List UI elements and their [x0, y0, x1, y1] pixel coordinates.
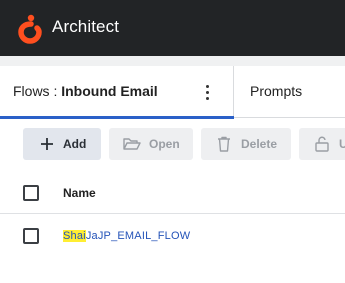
table-header: Name [0, 172, 345, 214]
row-checkbox[interactable] [23, 228, 39, 244]
toolbar: Add Open Delete U [0, 128, 345, 162]
tab-bar: Flows : Inbound Email Prompts [0, 66, 345, 119]
app-title: Architect [52, 17, 120, 36]
add-button-label: Add [63, 137, 87, 151]
table-row: ShaiJaJP_EMAIL_FLOW [0, 214, 345, 252]
add-button[interactable]: Add [23, 128, 101, 160]
open-button[interactable]: Open [109, 128, 193, 160]
active-tab-indicator [0, 116, 234, 119]
tab-flows-prefix: Flows : [13, 83, 62, 99]
unlock-button-label: U [339, 137, 345, 151]
delete-button[interactable]: Delete [201, 128, 291, 160]
flow-name-rest: JaJP_EMAIL_FLOW [85, 230, 191, 242]
search-highlight: Shai [63, 230, 86, 242]
tab-prompts[interactable]: Prompts [235, 66, 345, 118]
genesys-logo-icon[interactable] [18, 14, 42, 44]
plus-icon [39, 136, 55, 152]
tab-flows-label: Flows : Inbound Email [13, 83, 158, 99]
open-button-label: Open [149, 137, 180, 151]
trash-icon [216, 136, 232, 152]
unlock-icon [314, 136, 330, 152]
flow-name-link[interactable]: ShaiJaJP_EMAIL_FLOW [63, 230, 190, 242]
tab-prompts-label: Prompts [250, 83, 303, 99]
tab-flows-inbound-email[interactable]: Flows : Inbound Email [0, 66, 234, 119]
select-all-checkbox[interactable] [23, 185, 39, 201]
column-header-name[interactable]: Name [63, 186, 96, 200]
delete-button-label: Delete [241, 137, 278, 151]
tab-flows-type: Inbound Email [61, 83, 158, 99]
flows-panel: Flows : Inbound Email Prompts Add Open D… [0, 66, 345, 283]
unlock-button[interactable]: U [299, 128, 345, 160]
folder-open-icon [123, 136, 141, 152]
kebab-menu-icon[interactable] [198, 81, 218, 103]
top-bar: Architect [0, 0, 345, 56]
